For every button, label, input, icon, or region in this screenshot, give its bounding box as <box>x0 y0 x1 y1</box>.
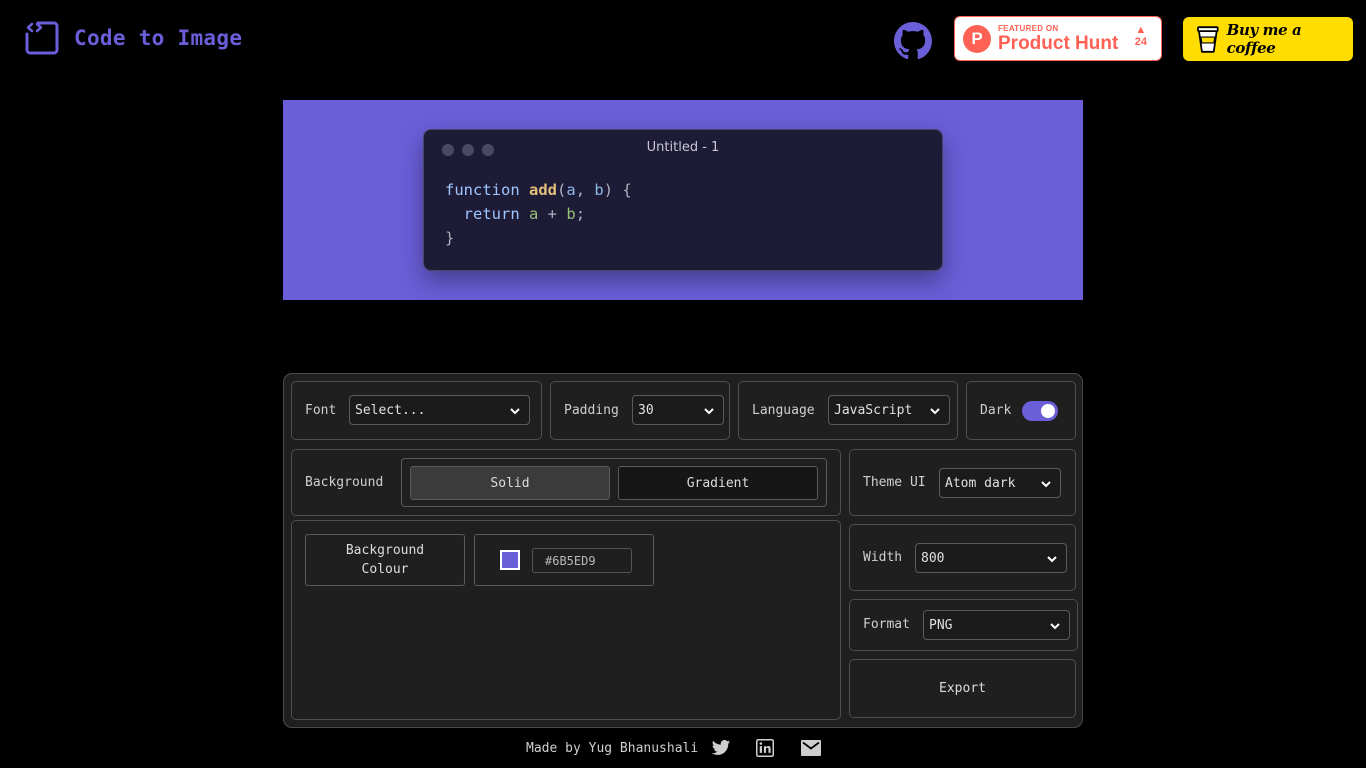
linkedin-icon[interactable] <box>756 739 775 757</box>
theme-ui-value: Atom dark <box>945 475 1016 491</box>
colour-hex-input[interactable]: #6B5ED9 <box>532 548 632 573</box>
font-control: Font Select... <box>291 381 542 440</box>
chevron-down-icon <box>1050 623 1060 630</box>
background-colour-button[interactable]: Background Colour <box>305 534 465 586</box>
colour-swatch[interactable] <box>500 550 520 570</box>
code-line: } <box>445 226 632 250</box>
code-token: return <box>445 205 529 223</box>
code-line: return a + b; <box>445 202 632 226</box>
window-title: Untitled - 1 <box>646 140 720 155</box>
chevron-down-icon <box>930 408 940 415</box>
code-token: + <box>538 205 567 223</box>
theme-ui-control: Theme UI Atom dark <box>849 449 1076 516</box>
background-colour-label-2: Colour <box>361 562 409 577</box>
background-solid-button[interactable]: Solid <box>410 466 610 500</box>
code-line: function add(a, b) { <box>445 178 632 202</box>
chevron-down-icon <box>1041 481 1051 488</box>
format-select[interactable]: PNG <box>923 610 1070 640</box>
theme-ui-select[interactable]: Atom dark <box>939 468 1061 498</box>
width-label: Width <box>863 550 903 565</box>
footer: Made by Yug Bhanushali <box>526 738 822 758</box>
padding-label: Padding <box>564 403 619 418</box>
code-file-icon <box>25 21 59 55</box>
language-control: Language JavaScript <box>738 381 958 440</box>
padding-value: 30 <box>638 402 654 418</box>
product-hunt-votes: 24 <box>1134 35 1147 48</box>
dark-mode-toggle[interactable] <box>1022 401 1058 421</box>
width-select[interactable]: 800 <box>915 543 1067 573</box>
github-icon[interactable] <box>894 22 932 60</box>
code-token: add <box>529 181 557 199</box>
code-token: a <box>566 181 576 199</box>
twitter-icon[interactable] <box>710 738 732 758</box>
theme-ui-label: Theme UI <box>863 475 926 490</box>
code-token: } <box>445 229 455 247</box>
coffee-cup-icon <box>1197 26 1219 53</box>
footer-credit: Made by Yug Bhanushali <box>526 740 699 756</box>
buy-me-a-coffee-label: Buy me a coffee <box>1226 21 1302 57</box>
background-type-switch: Solid Gradient <box>401 458 827 507</box>
code-token: b <box>594 181 604 199</box>
padding-select[interactable]: 30 <box>632 395 724 425</box>
colour-picker: #6B5ED9 <box>474 534 654 586</box>
product-hunt-logo: P <box>963 24 991 53</box>
export-button[interactable]: Export <box>849 659 1076 718</box>
code-token: b <box>566 205 576 223</box>
product-hunt-badge[interactable]: P FEATURED ON Product Hunt ▲ 24 <box>954 16 1162 61</box>
code-token: a <box>529 205 539 223</box>
padding-control: Padding 30 <box>550 381 730 440</box>
language-select[interactable]: JavaScript <box>828 395 950 425</box>
dark-label: Dark <box>980 403 1012 418</box>
format-label: Format <box>863 617 910 632</box>
chevron-down-icon <box>704 408 714 415</box>
product-hunt-featured: FEATURED ON <box>998 23 1059 33</box>
language-label: Language <box>752 403 815 418</box>
language-value: JavaScript <box>834 402 913 418</box>
buy-me-a-coffee-button[interactable]: Buy me a coffee <box>1183 17 1353 61</box>
chevron-down-icon <box>1047 556 1057 563</box>
code-token: ) { <box>603 181 632 199</box>
background-colour-area: Background Colour #6B5ED9 <box>291 520 841 720</box>
app-title: Code to Image <box>74 26 243 50</box>
code-window: Untitled - 1 function add(a, b) { return… <box>423 129 943 271</box>
font-select[interactable]: Select... <box>349 395 530 425</box>
font-label: Font <box>305 403 337 418</box>
background-control: Background Solid Gradient <box>291 449 841 516</box>
chevron-down-icon <box>510 408 520 415</box>
mail-icon[interactable] <box>801 740 822 756</box>
toggle-knob <box>1041 404 1055 418</box>
product-hunt-name: Product Hunt <box>998 32 1119 54</box>
dark-mode-control: Dark <box>966 381 1076 440</box>
code-token: ( <box>557 181 567 199</box>
width-control: Width 800 <box>849 524 1076 591</box>
background-label: Background <box>305 475 384 490</box>
code-preview-canvas: Untitled - 1 function add(a, b) { return… <box>283 100 1083 300</box>
settings-panel: Font Select... Padding 30 Language JavaS… <box>283 373 1083 728</box>
upvote-arrow-icon: ▲ <box>1135 24 1147 36</box>
code-token: function <box>445 181 529 199</box>
format-value: PNG <box>929 617 953 633</box>
code-token: , <box>575 181 595 199</box>
app-logo[interactable]: Code to Image <box>24 20 242 56</box>
code-editor[interactable]: function add(a, b) { return a + b;} <box>445 178 632 250</box>
width-value: 800 <box>921 550 945 566</box>
format-control: Format PNG <box>849 599 1078 651</box>
font-value: Select... <box>355 402 426 418</box>
background-colour-label-1: Background <box>345 543 425 558</box>
background-gradient-button[interactable]: Gradient <box>618 466 818 500</box>
code-token: ; <box>575 205 586 223</box>
